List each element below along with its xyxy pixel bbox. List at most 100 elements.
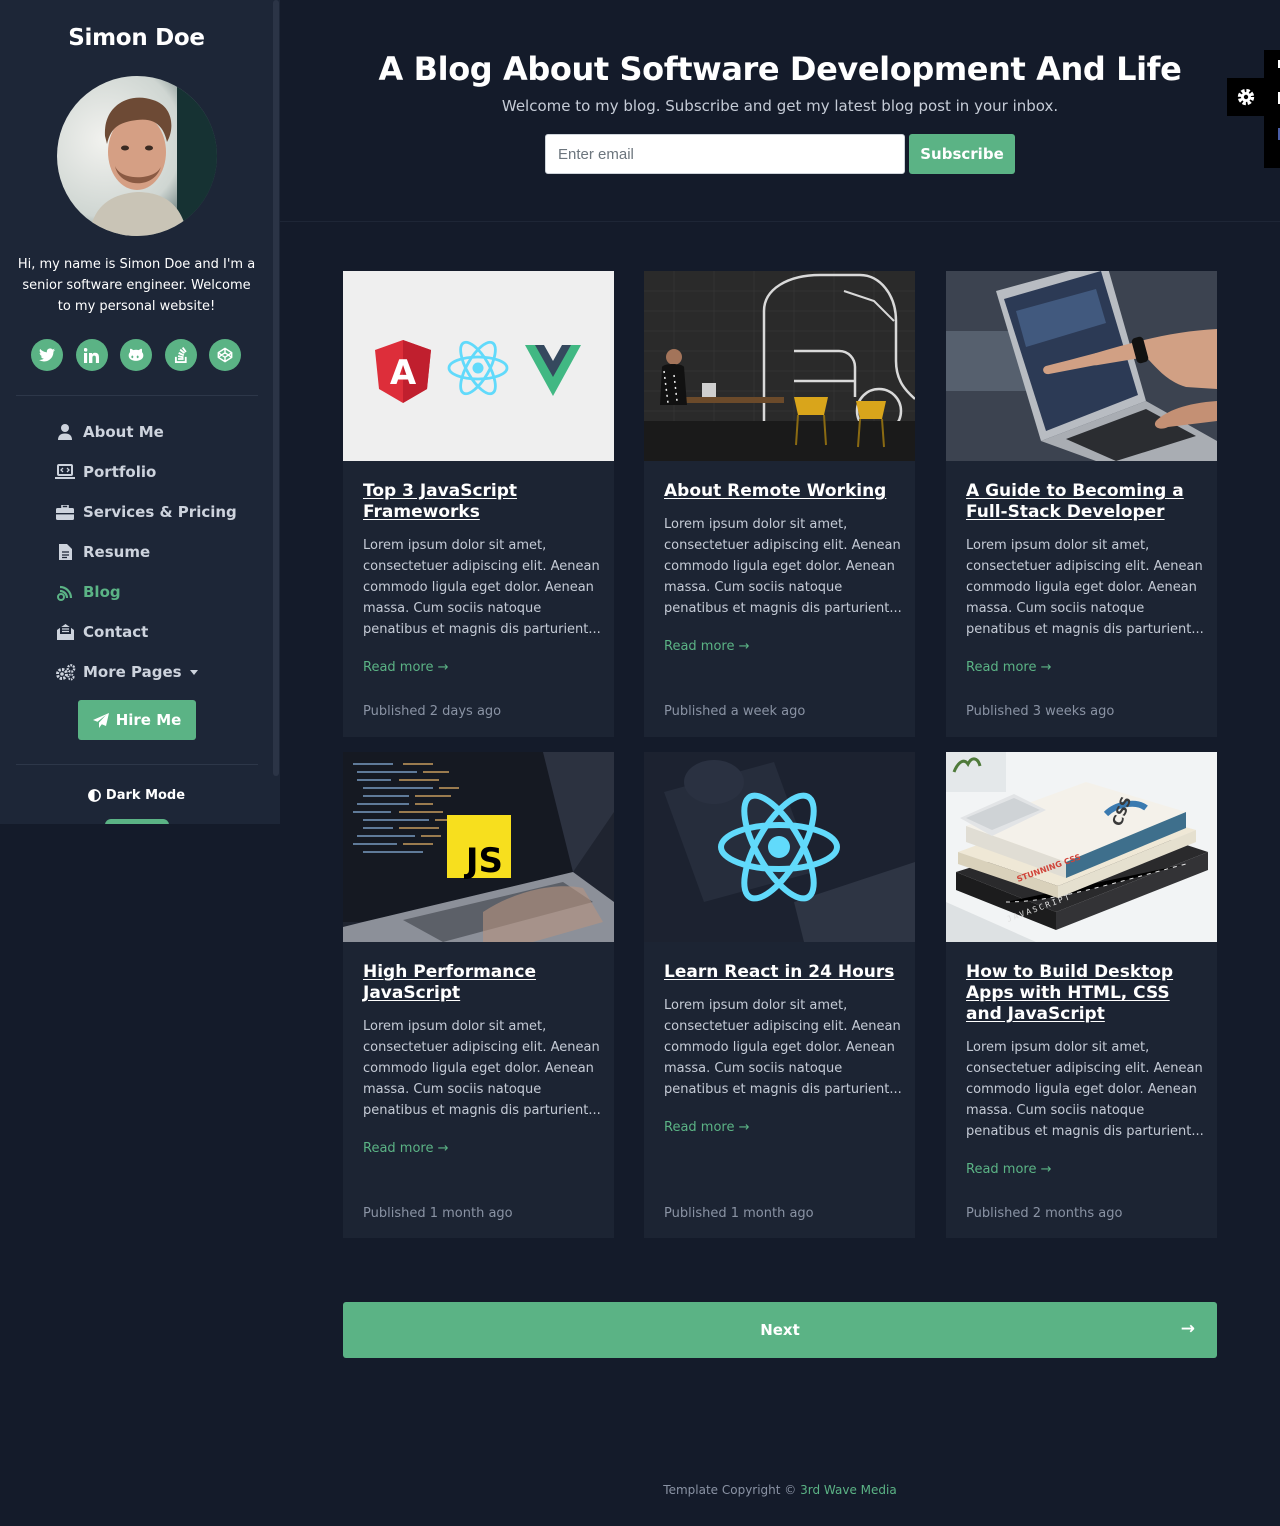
twitter-icon — [39, 348, 55, 362]
post-excerpt: Lorem ipsum dolor sit amet, consectetuer… — [363, 1019, 601, 1118]
linkedin-link[interactable] — [75, 339, 108, 371]
twitter-link[interactable] — [31, 339, 63, 371]
nav-about-me[interactable]: About Me — [54, 412, 237, 452]
post-excerpt: Lorem ipsum dolor sit amet, consectetuer… — [664, 517, 902, 616]
nav-services-pricing[interactable]: Services & Pricing — [54, 492, 237, 532]
post-published: Published 1 month ago — [363, 1206, 513, 1221]
blog-header: A Blog About Software Development And Li… — [280, 0, 1280, 222]
page-intro: Welcome to my blog. Subscribe and get my… — [501, 97, 1059, 115]
post-excerpt: Lorem ipsum dolor sit amet, consectetuer… — [363, 538, 601, 637]
post-excerpt: Lorem ipsum dolor sit amet, consectetuer… — [966, 1040, 1204, 1139]
blog-card: CSS STUNNING CSS JAVASCRIPT How to Build… — [946, 752, 1217, 1238]
post-thumbnail[interactable]: JS — [343, 752, 614, 942]
codepen-link[interactable] — [209, 339, 241, 371]
chevron-down-icon — [189, 669, 198, 675]
blog-card: JS High Performance JavaScript Lorem ips… — [343, 752, 614, 1238]
main-nav: About Me Portfolio Services & Pricing Re… — [54, 412, 237, 692]
sidebar-divider — [16, 764, 258, 765]
page-title: A Blog About Software Development And Li… — [378, 50, 1182, 88]
file-alt-icon — [54, 543, 76, 561]
nav-label: Blog — [83, 583, 121, 601]
nav-label: Resume — [83, 543, 151, 561]
svg-text:A: A — [390, 353, 417, 393]
post-thumbnail[interactable]: CSS STUNNING CSS JAVASCRIPT — [946, 752, 1217, 942]
nav-more-pages[interactable]: More Pages — [54, 652, 237, 692]
read-more-link[interactable]: Read more → — [966, 660, 1052, 675]
social-links — [31, 339, 241, 371]
post-title[interactable]: High Performance JavaScript — [363, 962, 597, 1004]
nav-portfolio[interactable]: Portfolio — [54, 452, 237, 492]
post-published: Published 1 month ago — [664, 1206, 814, 1221]
profile-avatar — [57, 76, 217, 236]
footer: Template Copyright © 3rd Wave Media — [280, 1483, 1280, 1497]
profile-bio: Hi, my name is Simon Doe and I'm a senio… — [17, 257, 256, 314]
stack-overflow-icon — [174, 347, 187, 363]
hire-me-label: Hire Me — [115, 711, 182, 729]
nav-label: Contact — [83, 623, 149, 641]
post-title[interactable]: Learn React in 24 Hours — [664, 962, 898, 983]
github-link[interactable] — [120, 339, 152, 371]
blog-card: A Guide to Becoming a Full-Stack Develop… — [946, 271, 1217, 737]
read-more-link[interactable]: Read more → — [664, 1120, 750, 1135]
blog-card: About Remote Working Lorem ipsum dolor s… — [644, 271, 915, 737]
cog-icon — [1237, 88, 1254, 106]
dark-mode-label: Dark Mode — [0, 788, 273, 803]
read-more-link[interactable]: Read more → — [966, 1162, 1052, 1177]
post-title[interactable]: Top 3 JavaScript Frameworks — [363, 481, 597, 523]
sidebar-scrollbar[interactable] — [273, 0, 279, 776]
blog-card: A Top 3 JavaScript Frameworks Lorem ipsu… — [343, 271, 614, 737]
read-more-link[interactable]: Read more → — [363, 1141, 449, 1156]
sidebar: Simon Doe Hi, my name is Simon Doe and I… — [0, 0, 280, 824]
dark-mode-text: Dark Mode — [105, 788, 186, 803]
config-panel — [1264, 50, 1280, 168]
copyright-link[interactable]: 3rd Wave Media — [800, 1483, 897, 1497]
post-thumbnail[interactable] — [644, 271, 915, 461]
post-published: Published a week ago — [664, 704, 806, 719]
post-published: Published 2 days ago — [363, 704, 502, 719]
nav-label: About Me — [83, 423, 164, 441]
site-name[interactable]: Simon Doe — [0, 25, 273, 51]
post-thumbnail[interactable] — [946, 271, 1217, 461]
github-icon — [128, 348, 144, 361]
post-published: Published 3 weeks ago — [966, 704, 1115, 719]
cogs-icon — [54, 663, 76, 681]
blog-card: Learn React in 24 Hours Lorem ipsum dolo… — [644, 752, 915, 1238]
sidebar-divider — [16, 395, 258, 396]
next-page-button[interactable]: Next → — [343, 1302, 1217, 1358]
post-title[interactable]: How to Build Desktop Apps with HTML, CSS… — [966, 962, 1200, 1025]
laptop-code-icon — [54, 463, 76, 481]
svg-text:JS: JS — [464, 841, 503, 881]
nav-label: Portfolio — [83, 463, 157, 481]
adjust-icon — [88, 789, 101, 802]
copyright-text: Template Copyright © — [663, 1483, 801, 1497]
email-input[interactable] — [545, 134, 905, 174]
blog-icon — [54, 583, 76, 601]
post-excerpt: Lorem ipsum dolor sit amet, consectetuer… — [966, 538, 1204, 637]
codepen-icon — [217, 347, 233, 363]
read-more-link[interactable]: Read more → — [363, 660, 449, 675]
read-more-link[interactable]: Read more → — [664, 639, 750, 654]
nav-contact[interactable]: Contact — [54, 612, 237, 652]
post-title[interactable]: About Remote Working — [664, 481, 898, 502]
nav-label: Services & Pricing — [83, 503, 237, 521]
next-page-label: Next — [760, 1321, 800, 1339]
post-excerpt: Lorem ipsum dolor sit amet, consectetuer… — [664, 998, 902, 1097]
dark-mode-toggle[interactable] — [105, 819, 169, 824]
post-thumbnail[interactable] — [644, 752, 915, 942]
nav-blog[interactable]: Blog — [54, 572, 237, 612]
nav-label: More Pages — [83, 663, 182, 681]
subscribe-button[interactable]: Subscribe — [909, 134, 1015, 174]
arrow-right-icon: → — [1180, 1319, 1195, 1339]
briefcase-icon — [54, 503, 76, 521]
config-trigger[interactable] — [1227, 78, 1264, 116]
hire-me-button[interactable]: Hire Me — [78, 700, 196, 740]
user-icon — [54, 423, 76, 441]
post-title[interactable]: A Guide to Becoming a Full-Stack Develop… — [966, 481, 1200, 523]
nav-resume[interactable]: Resume — [54, 532, 237, 572]
post-thumbnail[interactable]: A — [343, 271, 614, 461]
post-published: Published 2 months ago — [966, 1206, 1123, 1221]
stack-overflow-link[interactable] — [164, 339, 197, 371]
linkedin-icon — [84, 347, 99, 363]
envelope-open-text-icon — [54, 623, 76, 641]
paper-plane-icon — [92, 712, 109, 728]
